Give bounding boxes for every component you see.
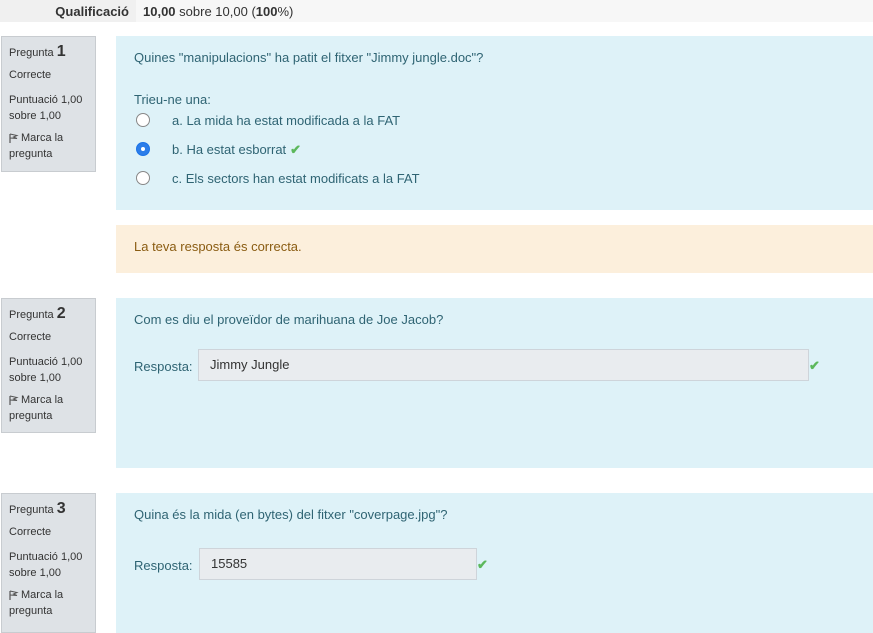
grade-value: 10,00 sobre 10,00 (100%)	[136, 0, 873, 22]
question-content-1: Quines "manipulacions" ha patit el fitxe…	[116, 36, 873, 210]
feedback-text: La teva resposta és correcta.	[134, 239, 302, 254]
radio-option-a[interactable]	[136, 113, 150, 127]
question-prefix: Pregunta	[9, 309, 54, 321]
question-grade: Puntuació 1,00 sobre 1,00	[9, 356, 83, 384]
answer-input[interactable]: Jimmy Jungle	[198, 349, 809, 381]
question-text: Quines "manipulacions" ha patit el fitxe…	[134, 50, 484, 65]
quiz-summary-row: Qualificació 10,00 sobre 10,00 (100%)	[0, 0, 873, 22]
grade-percent-suffix: %)	[277, 4, 294, 19]
question-number: 3	[56, 500, 66, 517]
check-icon: ✔	[290, 142, 302, 157]
grade-label: Qualificació	[0, 0, 136, 22]
question-prefix: Pregunta	[9, 504, 54, 516]
check-icon: ✔	[477, 557, 488, 572]
question-prefix: Pregunta	[9, 47, 54, 59]
check-icon: ✔	[809, 358, 820, 373]
question-info-2: Pregunta 2 Correcte Puntuació 1,00 sobre…	[1, 298, 96, 433]
question-text: Com es diu el proveïdor de marihuana de …	[134, 312, 444, 327]
option-label: b. Ha estat esborrat	[172, 142, 287, 157]
question-info-1: Pregunta 1 Correcte Puntuació 1,00 sobre…	[1, 36, 96, 172]
question-state: Correcte	[9, 331, 52, 343]
answer-prompt: Trieu-ne una:	[134, 92, 211, 107]
question-grade: Puntuació 1,00 sobre 1,00	[9, 551, 83, 579]
question-number: 2	[56, 305, 66, 322]
answer-label: Resposta:	[134, 359, 193, 374]
flag-icon	[9, 133, 19, 144]
question-info-3: Pregunta 3 Correcte Puntuació 1,00 sobre…	[1, 493, 96, 633]
option-label: c. Els sectors han estat modificats a la…	[172, 171, 420, 186]
radio-option-c[interactable]	[136, 171, 150, 185]
answer-input[interactable]: 15585	[199, 548, 477, 580]
flag-icon	[9, 590, 19, 601]
flag-question-link[interactable]: Marca la pregunta	[9, 392, 88, 424]
grade-score: 10,00	[143, 4, 176, 19]
option-label-wrap: b. Ha estat esborrat ✔	[172, 142, 301, 158]
question-content-2: Com es diu el proveïdor de marihuana de …	[116, 298, 873, 468]
feedback-box: La teva resposta és correcta.	[116, 225, 873, 273]
option-label: a. La mida ha estat modificada a la FAT	[172, 113, 401, 128]
flag-question-link[interactable]: Marca la pregunta	[9, 587, 88, 619]
flag-question-link[interactable]: Marca la pregunta	[9, 130, 88, 162]
question-state: Correcte	[9, 69, 52, 81]
question-number: 1	[56, 43, 66, 60]
grade-sobre: sobre 10,00 (	[179, 4, 256, 19]
question-state: Correcte	[9, 526, 52, 538]
question-text: Quina és la mida (en bytes) del fitxer "…	[134, 507, 448, 522]
question-grade: Puntuació 1,00 sobre 1,00	[9, 94, 83, 122]
flag-icon	[9, 395, 19, 406]
grade-percent: 100	[255, 4, 278, 19]
answer-label: Resposta:	[134, 558, 193, 573]
radio-option-b[interactable]	[136, 142, 150, 156]
